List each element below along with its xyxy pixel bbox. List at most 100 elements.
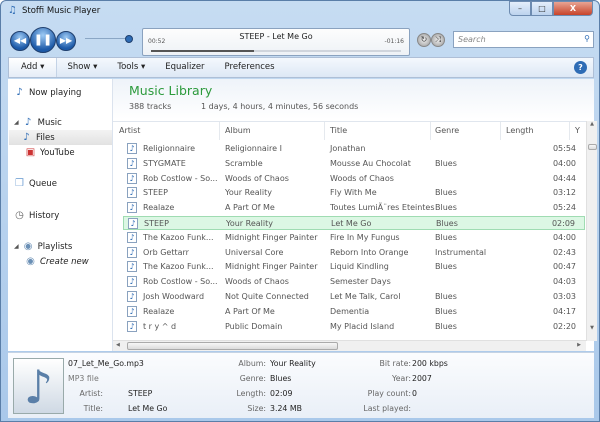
remaining-time: -01:16	[384, 38, 404, 45]
app-window: ♫ Stoffi Music Player – □ X ◀◀ ❚❚ ▶▶ STE…	[0, 0, 600, 422]
detail-value: STEEP	[128, 389, 153, 398]
equalizer-button[interactable]: Equalizer	[155, 58, 214, 77]
search-input[interactable]: Search ⚲	[453, 31, 594, 48]
scroll-up-icon[interactable]: ▲	[587, 121, 597, 127]
maximize-button[interactable]: □	[531, 1, 553, 16]
minimize-button[interactable]: –	[509, 1, 531, 16]
previous-button[interactable]: ◀◀	[10, 31, 30, 51]
column-header-year[interactable]: Y	[575, 126, 580, 140]
sidebar-label: History	[29, 210, 60, 221]
add-menu[interactable]: Add ▾	[9, 58, 58, 77]
sidebar-item-music[interactable]: ◢ ♪ Music	[14, 115, 62, 130]
table-row[interactable]: ♪ Realaze A Part Of Me Dementia Blues 04:17	[123, 305, 585, 319]
table-header: Artist Album Title Genre Length Y	[113, 121, 586, 140]
table-row[interactable]: ♪ The Kazoo Funk... Midnight Finger Painte…	[123, 231, 585, 245]
vertical-scrollbar[interactable]: ▲ ▼	[586, 121, 597, 341]
table-row[interactable]: ♪ Orb Gettarr Universal Core Reborn Into Or…	[123, 246, 585, 260]
sidebar-item-now-playing[interactable]: ♪ Now playing	[14, 85, 81, 100]
cell-title: Woods of Chaos	[330, 173, 394, 183]
horizontal-scroll-thumb[interactable]	[127, 342, 338, 350]
audio-file-icon: ♪	[128, 218, 138, 229]
close-button[interactable]: X	[553, 1, 593, 16]
table-row[interactable]: ♪ Religionnaire Religionnaire I Jonathan 05:…	[123, 142, 585, 156]
search-icon[interactable]: ⚲	[584, 34, 590, 43]
column-header-artist[interactable]: Artist	[119, 126, 140, 140]
cell-artist: Realaze	[143, 306, 175, 316]
scroll-right-icon[interactable]: ▶	[577, 342, 581, 348]
cell-length: 03:12	[552, 188, 576, 198]
detail-label: Length:	[236, 389, 266, 398]
scroll-down-icon[interactable]: ▼	[587, 325, 597, 331]
cell-length: 03:03	[552, 292, 576, 301]
sidebar-item-create-new[interactable]: ◉ Create new	[25, 254, 89, 269]
table-row[interactable]: ♪ STEEP Your Reality Fly With Me Blues 03:12	[123, 186, 585, 200]
column-divider[interactable]	[500, 122, 501, 140]
column-header-title[interactable]: Title	[330, 126, 347, 140]
cell-album: Midnight Finger Painter	[225, 232, 318, 242]
detail-value: Blues	[270, 374, 292, 383]
cell-artist: Orb Gettarr	[143, 247, 189, 257]
playlist-disc-icon: ◉	[23, 241, 33, 252]
search-placeholder: Search	[458, 35, 486, 44]
cell-title: My Placid Island	[330, 321, 395, 331]
column-header-album[interactable]: Album	[225, 126, 251, 140]
cell-album: A Part Of Me	[225, 203, 275, 213]
detail-label: Last played:	[363, 404, 411, 413]
cell-album: Religionnaire I	[225, 144, 282, 153]
sidebar-item-youtube[interactable]: ▣ YouTube	[25, 145, 75, 160]
pause-button[interactable]: ❚❚	[30, 27, 56, 53]
volume-slider-thumb[interactable]	[125, 35, 133, 43]
expand-arrow-icon[interactable]: ◢	[14, 243, 19, 250]
vertical-scroll-thumb[interactable]	[588, 144, 597, 150]
table-row[interactable]: ♪ STYGMATE Scramble Mousse Au Chocolat Blues…	[123, 157, 585, 171]
column-header-genre[interactable]: Genre	[435, 126, 459, 140]
scroll-left-icon[interactable]: ◀	[116, 342, 120, 348]
cell-length: 02:09	[551, 219, 575, 228]
audio-file-icon: ♪	[127, 276, 137, 288]
cell-album: A Part Of Me	[225, 306, 275, 316]
audio-file-icon: ♪	[127, 187, 137, 199]
horizontal-scrollbar[interactable]: ◀ ▶	[113, 340, 586, 351]
cell-album: Not Quite Connected	[225, 292, 309, 301]
column-divider[interactable]	[324, 122, 325, 140]
title-bar: ♫ Stoffi Music Player	[7, 5, 100, 16]
table-row[interactable]: ♪ STEEP Your Reality Let Me Go Blues 02:09	[123, 216, 585, 230]
next-button[interactable]: ▶▶	[56, 31, 76, 51]
music-note-icon: ♪	[24, 117, 32, 128]
audio-file-icon: ♪	[127, 320, 137, 332]
table-row[interactable]: ♪ Rob Costlow - So... Woods of Chaos Woods …	[123, 172, 585, 186]
repeat-icon[interactable]: ↻	[417, 33, 431, 47]
cell-genre: Blues	[436, 219, 458, 228]
cell-genre: Blues	[435, 232, 457, 242]
column-divider[interactable]	[219, 122, 220, 140]
column-divider[interactable]	[569, 122, 570, 140]
help-icon[interactable]: ?	[574, 61, 587, 74]
seek-bar[interactable]	[151, 50, 401, 52]
sidebar-label: Queue	[29, 178, 57, 189]
column-header-length[interactable]: Length	[506, 126, 534, 140]
shuffle-icon[interactable]: ⤨	[431, 33, 445, 47]
table-row[interactable]: ♪ Rob Costlow - So... Woods of Chaos Semest…	[123, 275, 585, 289]
album-art-music-note-icon: ♪	[13, 358, 64, 414]
sidebar-item-playlists[interactable]: ◢ ◉ Playlists	[14, 239, 72, 254]
preferences-button[interactable]: Preferences	[215, 58, 285, 77]
table-row[interactable]: ♪ t r y ^ d Public Domain My Placid Island B…	[123, 320, 585, 334]
cell-title: Semester Days	[330, 277, 391, 287]
table-row[interactable]: ♪ The Kazoo Funk... Midnight Finger Painte…	[123, 260, 585, 274]
cell-title: Liquid Kindling	[330, 262, 389, 272]
sidebar-item-history[interactable]: ◷ History	[14, 208, 59, 223]
table-row[interactable]: ♪ Josh Woodward Not Quite Connected Let Me …	[123, 290, 585, 304]
show-menu[interactable]: Show ▾	[57, 58, 107, 77]
cell-artist: Josh Woodward	[143, 292, 205, 301]
column-divider[interactable]	[430, 122, 431, 140]
sidebar-item-queue[interactable]: ❒ Queue	[14, 176, 57, 191]
table-row[interactable]: ♪ Realaze A Part Of Me Toutes LumiÃ¨res Ete…	[123, 201, 585, 215]
expand-arrow-icon[interactable]: ◢	[14, 119, 19, 126]
cell-length: 04:03	[552, 277, 576, 287]
sidebar-item-files[interactable]: ♪ Files	[9, 130, 112, 145]
tools-menu[interactable]: Tools ▾	[107, 58, 155, 77]
youtube-icon: ▣	[25, 147, 36, 158]
file-icon: ♪	[23, 132, 30, 143]
volume-slider[interactable]	[85, 38, 129, 39]
detail-value: Your Reality	[270, 359, 316, 368]
